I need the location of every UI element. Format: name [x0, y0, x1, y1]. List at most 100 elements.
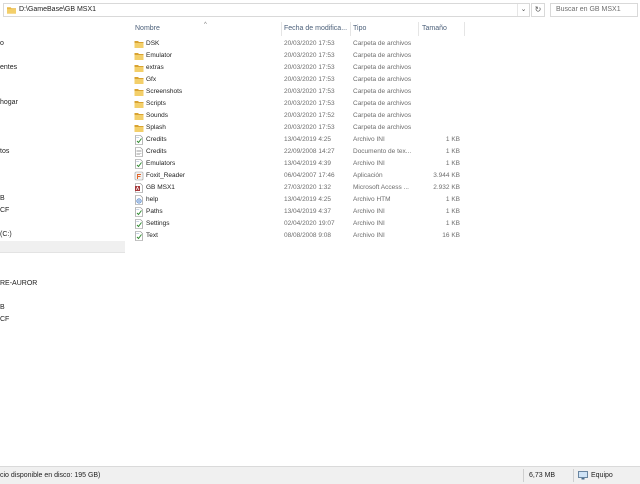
file-date: 20/03/2020 17:53	[284, 88, 335, 95]
file-row[interactable]: Sounds 20/03/2020 17:52 Carpeta de archivo…	[128, 110, 464, 122]
file-name: extras	[146, 64, 164, 71]
file-date: 13/04/2019 4:25	[284, 196, 331, 203]
file-name: GB MSX1	[146, 184, 175, 191]
file-type: Archivo INI	[353, 160, 385, 167]
column-header-type[interactable]: Tipo	[353, 25, 366, 32]
file-date: 20/03/2020 17:52	[284, 112, 335, 119]
file-row[interactable]: Scripts 20/03/2020 17:53 Carpeta de archiv…	[128, 98, 464, 110]
sort-ascending-icon: ^	[204, 22, 207, 28]
file-name: Foxit_Reader	[146, 172, 186, 179]
file-name: Scripts	[146, 100, 166, 107]
selection-size: 6,73 MB	[529, 472, 556, 479]
nav-item[interactable]: B	[0, 304, 5, 311]
file-date: 13/04/2019 4:25	[284, 136, 331, 143]
file-name: Gfx	[146, 76, 157, 83]
file-type: Carpeta de archivos	[353, 112, 412, 119]
ini-file-icon	[134, 159, 144, 169]
file-date: 20/03/2020 17:53	[284, 40, 335, 47]
column-divider[interactable]	[418, 22, 419, 36]
file-size: 2.932 KB	[433, 184, 460, 191]
text-file-icon	[134, 147, 144, 157]
file-date: 20/03/2020 17:53	[284, 64, 335, 71]
file-date: 08/08/2008 9:08	[284, 232, 331, 239]
file-row[interactable]: Credits 13/04/2019 4:25 Archivo INI 1 KB	[128, 134, 464, 146]
column-header-name[interactable]: Nombre	[135, 25, 160, 32]
file-date: 20/03/2020 17:53	[284, 52, 335, 59]
nav-item[interactable]: o	[0, 40, 4, 47]
file-name: Text	[146, 232, 158, 239]
file-type: Archivo INI	[353, 136, 385, 143]
file-name: help	[146, 196, 159, 203]
file-row[interactable]: Gfx 20/03/2020 17:53 Carpeta de archivos	[128, 74, 464, 86]
nav-item[interactable]: B	[0, 195, 5, 202]
file-row[interactable]: extras 20/03/2020 17:53 Carpeta de archivo…	[128, 62, 464, 74]
folder-icon	[134, 63, 144, 73]
file-name: Emulators	[146, 160, 176, 167]
file-name: Credits	[146, 136, 167, 143]
folder-icon	[134, 99, 144, 109]
file-row[interactable]: DSK 20/03/2020 17:53 Carpeta de archivos	[128, 38, 464, 50]
file-size: 1 KB	[445, 220, 460, 227]
file-type: Carpeta de archivos	[353, 64, 412, 71]
ini-file-icon	[134, 231, 144, 241]
file-type: Carpeta de archivos	[353, 52, 412, 59]
file-size: 1 KB	[445, 160, 460, 167]
file-row[interactable]: help 13/04/2019 4:25 Archivo HTM 1 KB	[128, 194, 464, 206]
application-icon	[134, 171, 144, 181]
nav-item[interactable]: (C:)	[0, 231, 12, 238]
file-row[interactable]: Paths 13/04/2019 4:37 Archivo INI 1 KB	[128, 206, 464, 218]
file-date: 20/03/2020 17:53	[284, 100, 335, 107]
folder-icon	[134, 111, 144, 121]
ini-file-icon	[134, 207, 144, 217]
file-type: Carpeta de archivos	[353, 124, 412, 131]
search-input[interactable]: Buscar en GB MSX1	[550, 3, 638, 17]
nav-item[interactable]: CF	[0, 316, 9, 323]
file-row[interactable]: GB MSX1 27/03/2020 1:32 Microsoft Access .…	[128, 182, 464, 194]
folder-icon	[7, 7, 16, 14]
column-divider[interactable]	[464, 22, 465, 36]
computer-icon	[578, 471, 588, 480]
file-name: Credits	[146, 148, 167, 155]
address-path[interactable]: D:\GameBase\GB MSX1	[19, 6, 96, 13]
file-date: 13/04/2019 4:37	[284, 208, 331, 215]
nav-item[interactable]: hogar	[0, 99, 18, 106]
file-row[interactable]: Screenshots 20/03/2020 17:53 Carpeta de ar…	[128, 86, 464, 98]
chevron-down-icon[interactable]: ⌄	[517, 4, 529, 16]
address-bar[interactable]: D:\GameBase\GB MSX1 ⌄	[3, 3, 530, 17]
column-divider[interactable]	[281, 22, 282, 36]
status-bar: cio disponible en disco: 195 GB) 6,73 MB…	[0, 466, 640, 484]
file-type: Archivo INI	[353, 232, 385, 239]
column-divider[interactable]	[350, 22, 351, 36]
refresh-icon[interactable]: ↻	[531, 3, 545, 17]
column-header-date[interactable]: Fecha de modifica...	[284, 25, 347, 32]
access-database-icon	[134, 183, 144, 193]
file-row[interactable]: Settings 02/04/2020 19:07 Archivo INI 1 KB	[128, 218, 464, 230]
nav-item[interactable]: entes	[0, 64, 17, 71]
file-row[interactable]: Splash 20/03/2020 17:53 Carpeta de archivo…	[128, 122, 464, 134]
nav-item[interactable]: RE-AUROR	[0, 280, 37, 287]
folder-icon	[134, 39, 144, 49]
file-type: Carpeta de archivos	[353, 100, 412, 107]
file-date: 27/03/2020 1:32	[284, 184, 331, 191]
file-row[interactable]: Credits 22/09/2008 14:27 Documento de tex.…	[128, 146, 464, 158]
file-type: Archivo HTM	[353, 196, 391, 203]
nav-item[interactable]: CF	[0, 207, 9, 214]
file-row[interactable]: Text 08/08/2008 9:08 Archivo INI 16 KB	[128, 230, 464, 242]
file-type: Carpeta de archivos	[353, 40, 412, 47]
file-date: 02/04/2020 19:07	[284, 220, 335, 227]
file-type: Archivo INI	[353, 208, 385, 215]
file-row[interactable]: Foxit_Reader 06/04/2007 17:46 Aplicación 3.…	[128, 170, 464, 182]
status-divider	[573, 469, 574, 482]
file-date: 06/04/2007 17:46	[284, 172, 335, 179]
file-list: ^ Nombre Fecha de modifica... Tipo Tamañ…	[128, 22, 640, 466]
column-header-size[interactable]: Tamaño	[422, 25, 447, 32]
nav-item[interactable]: tos	[0, 148, 9, 155]
ini-file-icon	[134, 135, 144, 145]
location-text: Equipo	[591, 472, 613, 479]
nav-selected-highlight	[0, 241, 125, 253]
file-type: Documento de tex...	[353, 148, 412, 155]
file-row[interactable]: Emulator 20/03/2020 17:53 Carpeta de archi…	[128, 50, 464, 62]
folder-icon	[134, 123, 144, 133]
file-name: Settings	[146, 220, 170, 227]
file-row[interactable]: Emulators 13/04/2019 4:39 Archivo INI 1 KB	[128, 158, 464, 170]
